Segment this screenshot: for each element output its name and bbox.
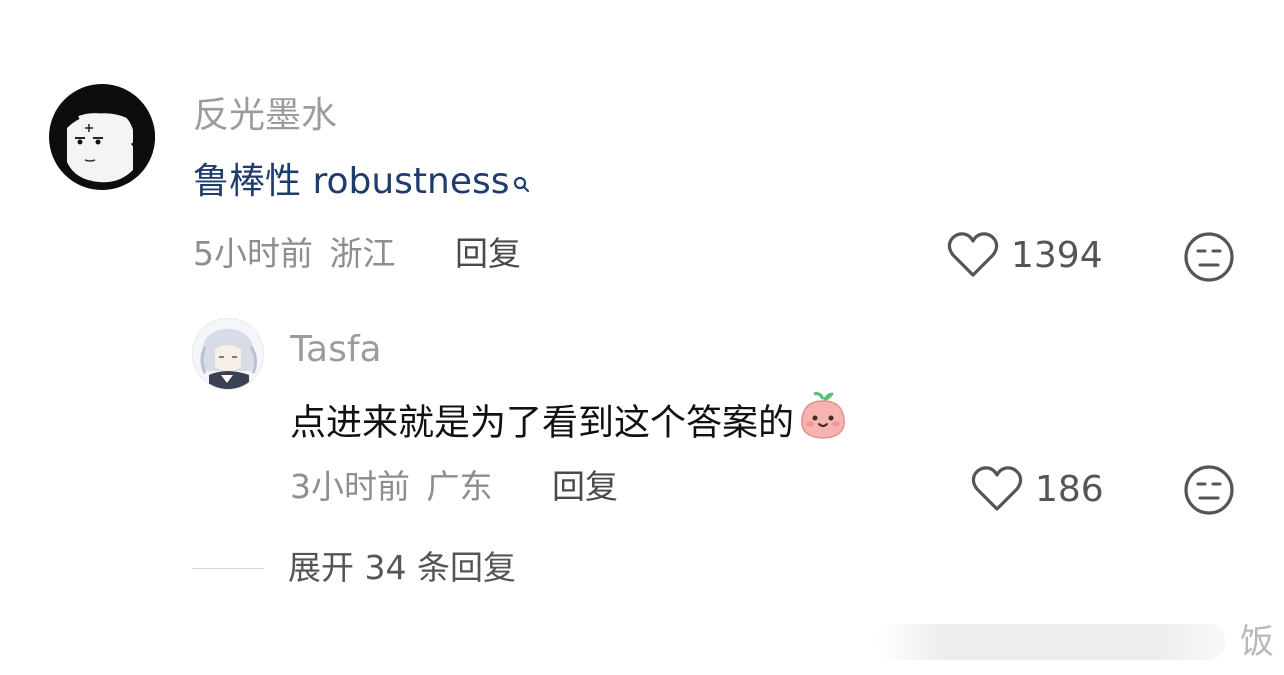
meh-face-icon[interactable] xyxy=(1183,464,1235,520)
reply-meta: 3小时前 广东 xyxy=(290,467,493,507)
search-icon[interactable] xyxy=(512,162,532,206)
like-count: 1394 xyxy=(1011,235,1103,276)
comment-meta: 5小时前 浙江 xyxy=(193,234,396,274)
reply-time: 3小时前 xyxy=(290,467,410,506)
watermark-text: 饭 xyxy=(1240,622,1274,662)
expand-replies-button[interactable]: 展开 34 条回复 xyxy=(288,548,516,588)
reply-text: 点进来就是为了看到这个答案的 xyxy=(290,392,848,452)
reply-text-content[interactable]: 点进来就是为了看到这个答案的 xyxy=(290,403,794,444)
reply-location: 广东 xyxy=(426,467,493,506)
watermark-bar xyxy=(876,624,1226,660)
comment-text: 鲁棒性 robustness xyxy=(193,160,532,206)
reply-button[interactable]: 回复 xyxy=(455,234,521,274)
username[interactable]: Tasfa xyxy=(290,330,382,370)
comment-text-content[interactable]: 鲁棒性 robustness xyxy=(193,161,510,202)
avatar[interactable] xyxy=(49,84,155,190)
expand-divider xyxy=(192,568,264,569)
reply-button[interactable]: 回复 xyxy=(552,467,618,507)
watermark: 饭 xyxy=(870,618,1284,666)
username[interactable]: 反光墨水 xyxy=(193,96,337,136)
heart-outline-icon[interactable] xyxy=(947,231,999,283)
comment-location: 浙江 xyxy=(329,234,396,273)
meh-face-icon[interactable] xyxy=(1183,231,1235,287)
heart-outline-icon[interactable] xyxy=(971,465,1023,517)
avatar[interactable] xyxy=(192,318,264,390)
comment-time: 5小时前 xyxy=(193,234,313,273)
peach-smile-emoji xyxy=(798,389,848,452)
like-count: 186 xyxy=(1035,469,1104,510)
